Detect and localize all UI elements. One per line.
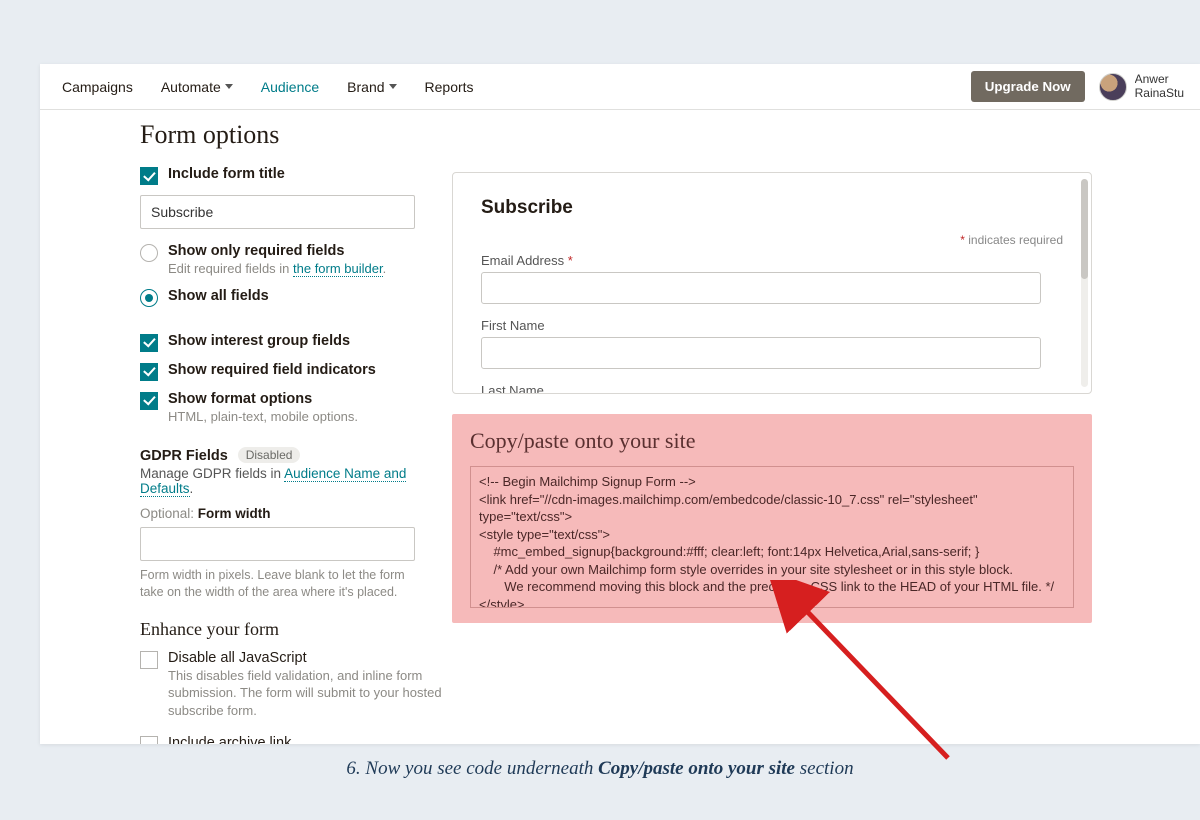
nav-label: Reports — [425, 79, 474, 95]
preview-title: Subscribe — [481, 197, 1063, 219]
optional-label: Optional: Form width — [140, 506, 450, 521]
required-note: * indicates required — [481, 233, 1063, 247]
form-width-note: Form width in pixels. Leave blank to let… — [140, 567, 420, 601]
scrollbar[interactable] — [1081, 179, 1088, 387]
option-sublabel: HTML, plain-text, mobile options. — [168, 408, 358, 426]
nav-label: Audience — [261, 79, 319, 95]
form-builder-link[interactable]: the form builder — [293, 261, 383, 277]
option-sublabel: Edit required fields in the form builder… — [168, 260, 386, 278]
nav-audience[interactable]: Audience — [247, 64, 333, 109]
form-width-input[interactable] — [140, 527, 415, 561]
option-label: Show all fields — [168, 288, 269, 304]
tutorial-caption: 6. Now you see code underneath Copy/past… — [0, 758, 1200, 780]
nav-label: Automate — [161, 79, 221, 95]
option-sublabel: This disables field validation, and inli… — [168, 667, 450, 720]
avatar — [1099, 73, 1127, 101]
chevron-down-icon — [389, 84, 397, 89]
checkbox-disable-js[interactable] — [140, 651, 158, 669]
gdpr-status-badge: Disabled — [238, 447, 301, 463]
option-label: Disable all JavaScript — [168, 650, 450, 666]
checkbox-include-title[interactable] — [140, 167, 158, 185]
copy-paste-section: Copy/paste onto your site — [452, 414, 1092, 623]
option-label: Show only required fields — [168, 243, 386, 259]
nav-brand[interactable]: Brand — [333, 64, 410, 109]
nav-reports[interactable]: Reports — [411, 64, 488, 109]
gdpr-heading: GDPR Fields — [140, 448, 228, 464]
nav-label: Brand — [347, 79, 384, 95]
page-title: Form options — [140, 120, 450, 150]
form-preview: Subscribe * indicates required Email Add… — [452, 172, 1092, 394]
form-title-input[interactable] — [140, 195, 415, 229]
radio-show-required[interactable] — [140, 244, 158, 262]
right-column: Subscribe * indicates required Email Add… — [452, 172, 1092, 623]
option-label: Show format options — [168, 391, 358, 407]
option-label: Include form title — [168, 166, 285, 182]
field-label-first: First Name — [481, 318, 1063, 333]
copy-paste-title: Copy/paste onto your site — [470, 428, 1074, 454]
chevron-down-icon — [225, 84, 233, 89]
nav-label: Campaigns — [62, 79, 133, 95]
enhance-heading: Enhance your form — [140, 619, 450, 640]
form-options-panel: Form options Include form title Show onl… — [140, 120, 450, 744]
option-label: Include archive link — [168, 735, 443, 744]
field-label-last: Last Name — [481, 383, 1063, 394]
checkbox-format-options[interactable] — [140, 392, 158, 410]
option-label: Show required field indicators — [168, 362, 376, 378]
embed-code-textarea[interactable] — [470, 466, 1074, 608]
checkbox-required-indicators[interactable] — [140, 363, 158, 381]
user-name: AnwerRainaStu — [1135, 73, 1184, 101]
checkbox-archive-link[interactable] — [140, 736, 158, 744]
user-menu[interactable]: AnwerRainaStu — [1099, 73, 1184, 101]
gdpr-text: Manage GDPR fields in Audience Name and … — [140, 466, 450, 496]
top-nav: Campaigns Automate Audience Brand Report… — [40, 64, 1200, 110]
radio-show-all[interactable] — [140, 289, 158, 307]
email-field[interactable] — [481, 272, 1041, 304]
first-name-field[interactable] — [481, 337, 1041, 369]
nav-campaigns[interactable]: Campaigns — [48, 64, 147, 109]
checkbox-interest-groups[interactable] — [140, 334, 158, 352]
app-window: Campaigns Automate Audience Brand Report… — [40, 64, 1200, 744]
nav-automate[interactable]: Automate — [147, 64, 247, 109]
gdpr-section: GDPR Fields Disabled Manage GDPR fields … — [140, 447, 450, 496]
field-label-email: Email Address * — [481, 253, 1063, 268]
upgrade-button[interactable]: Upgrade Now — [971, 71, 1085, 102]
option-label: Show interest group fields — [168, 333, 350, 349]
